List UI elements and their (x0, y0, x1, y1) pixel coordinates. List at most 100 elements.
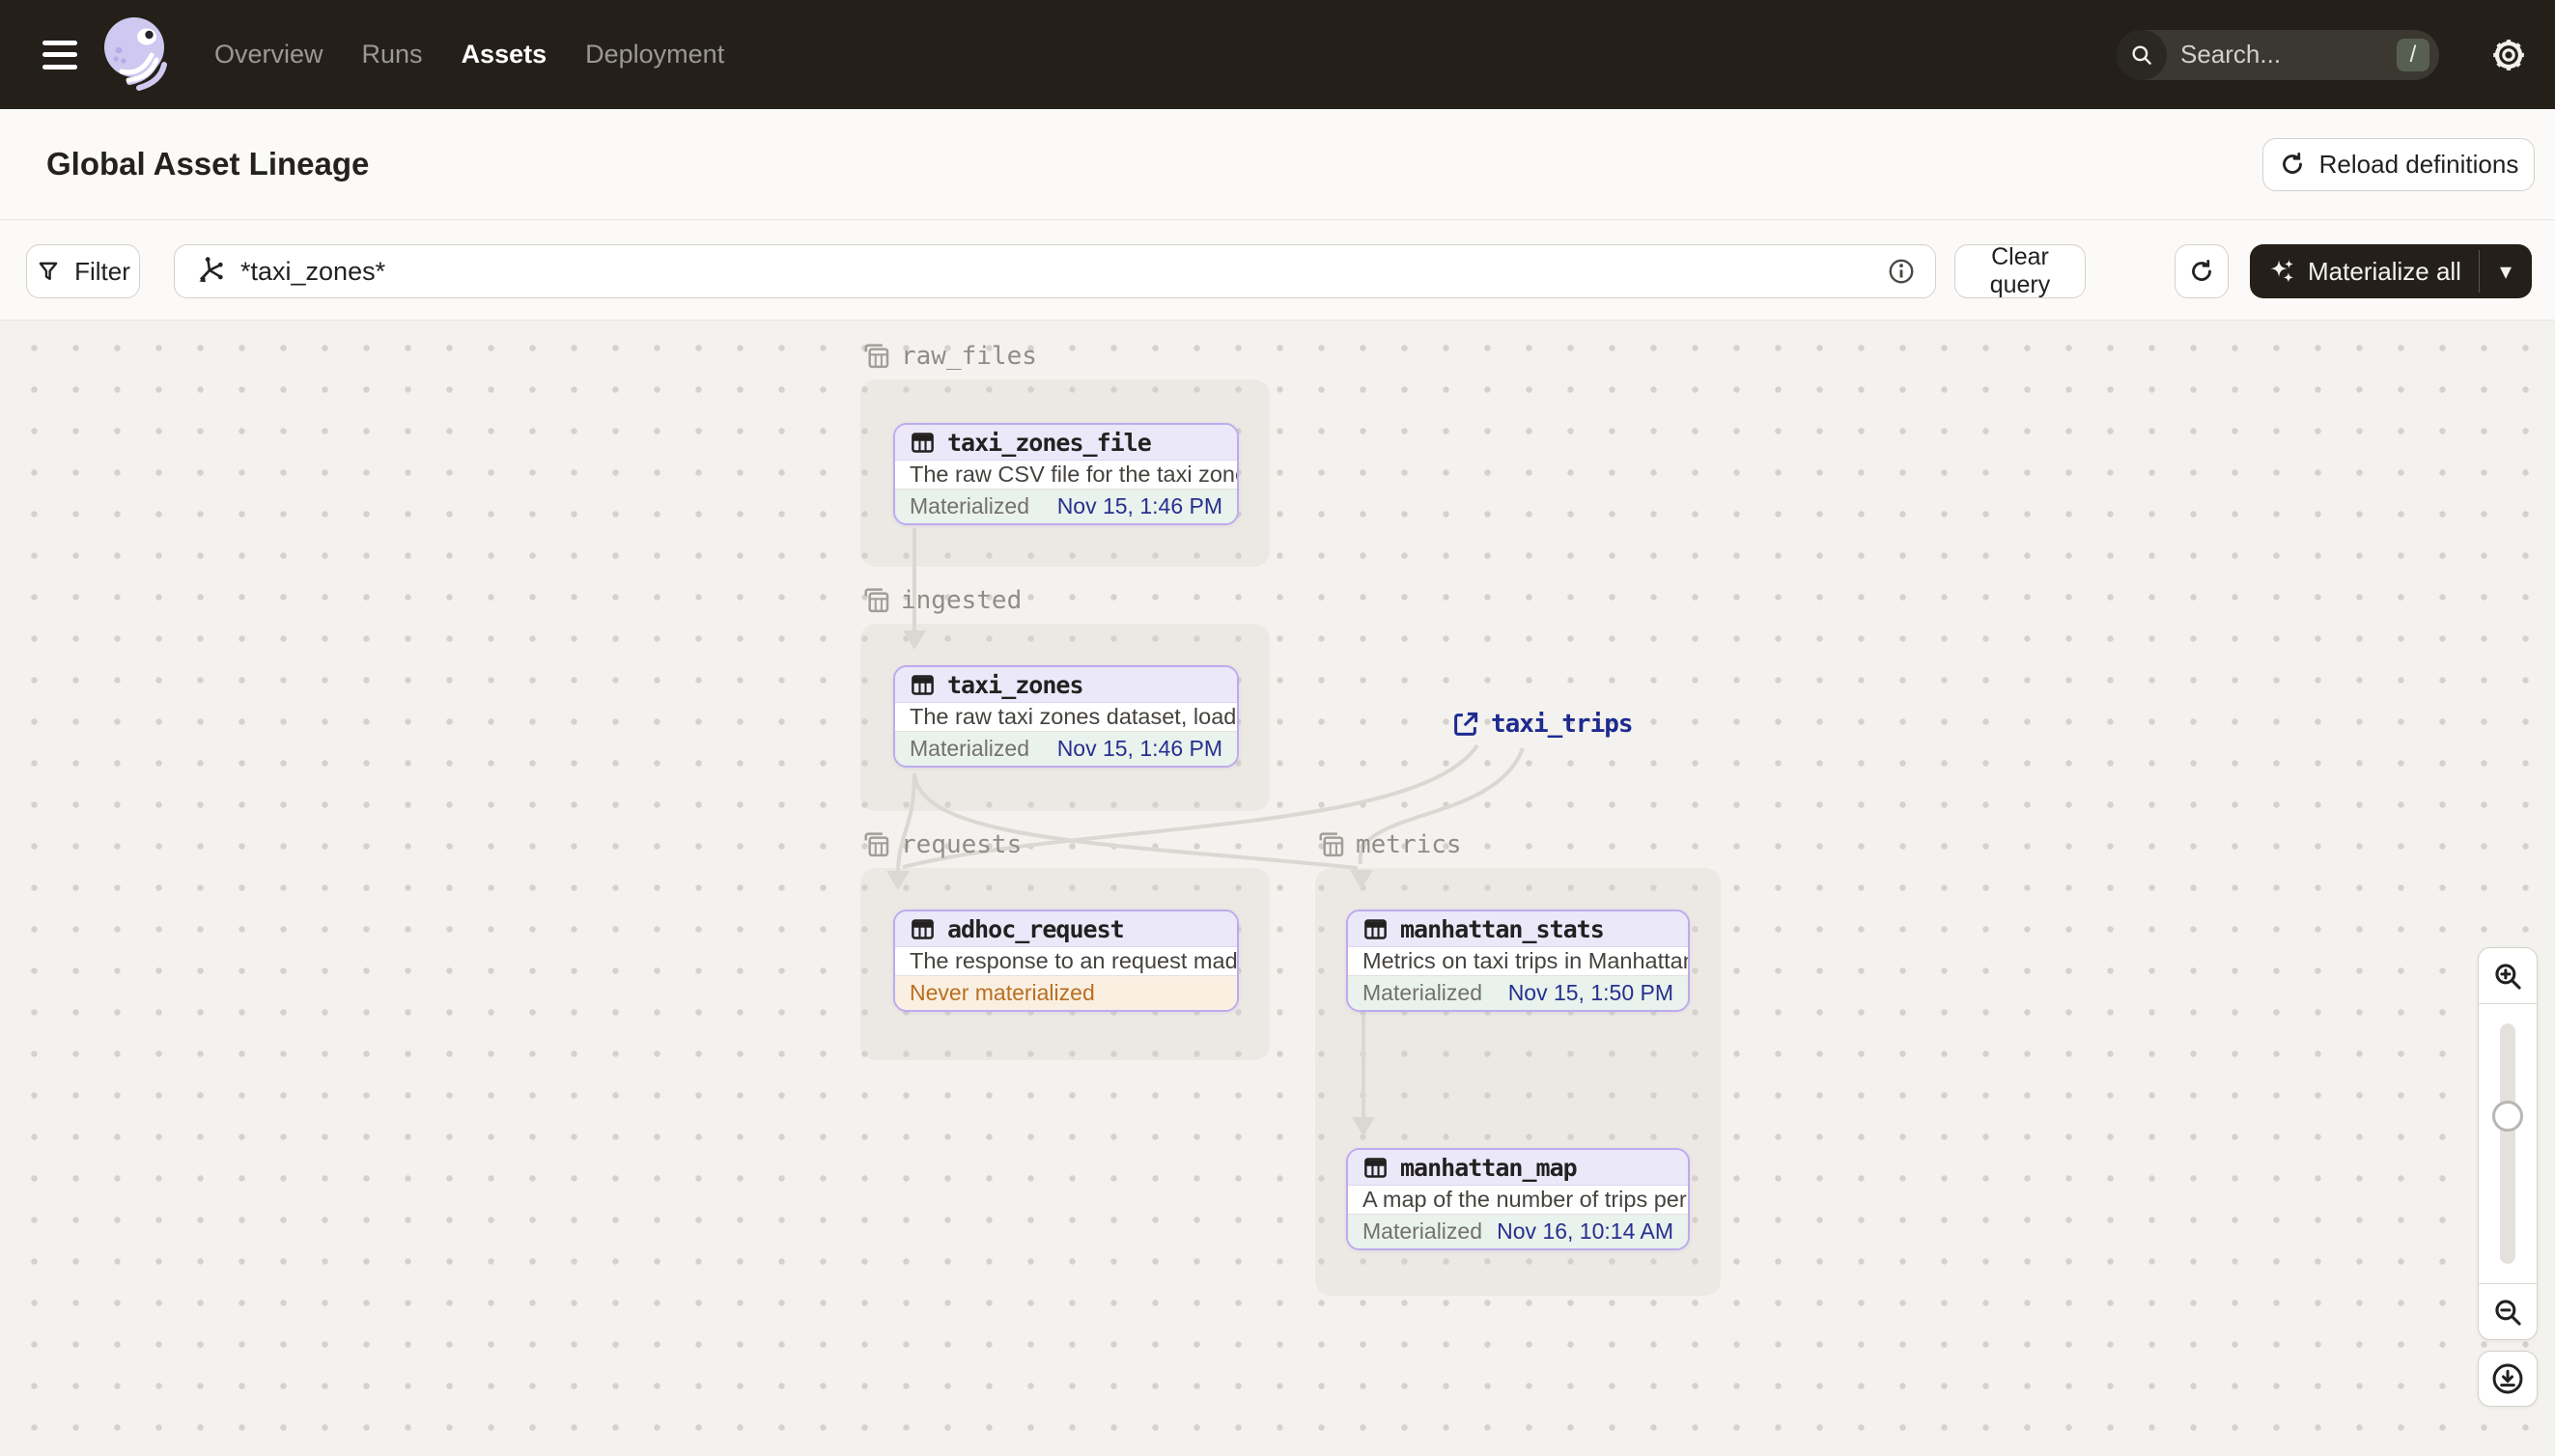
lineage-toolbar: Filter Clear query (0, 221, 2555, 321)
download-icon (2490, 1361, 2525, 1396)
external-asset-label: taxi_trips (1491, 710, 1634, 739)
dot-grid-background (0, 321, 2555, 1456)
group-label-ingested[interactable]: ingested (860, 585, 1022, 616)
materialize-options-caret[interactable]: ▾ (2480, 244, 2532, 298)
asset-status-row: Never materialized (895, 975, 1237, 1010)
page-header: Global Asset Lineage Reload definitions (0, 109, 2555, 220)
group-label-raw-files[interactable]: raw_files (860, 341, 1037, 372)
page-title: Global Asset Lineage (46, 146, 370, 182)
asset-graph-query-icon (194, 256, 225, 287)
zoom-slider-track[interactable] (2500, 1023, 2515, 1264)
asset-status-row: Materialized Nov 16, 10:14 AM (1348, 1214, 1688, 1248)
asset-node-header: taxi_zones_file (895, 425, 1237, 461)
table-asset-icon (910, 916, 936, 942)
asset-status-row: Materialized Nov 15, 1:46 PM (895, 489, 1237, 523)
zoom-out-icon (2491, 1296, 2524, 1329)
table-asset-icon (1362, 1155, 1389, 1181)
refresh-icon (2188, 258, 2215, 285)
group-label-metrics[interactable]: metrics (1315, 829, 1462, 860)
materialize-all-button[interactable]: Materialize all (2250, 244, 2479, 298)
asset-node-header: adhoc_request (895, 911, 1237, 947)
zoom-in-button[interactable] (2479, 948, 2537, 1003)
materialization-timestamp[interactable]: Nov 15, 1:46 PM (1057, 736, 1222, 762)
zoom-in-icon (2491, 960, 2524, 993)
refresh-graph-button[interactable] (2175, 244, 2229, 298)
zoom-out-button[interactable] (2479, 1284, 2537, 1339)
asset-description: The response to an request made in th... (910, 948, 1238, 973)
status-label: Materialized (1362, 1218, 1482, 1244)
external-asset-taxi-trips[interactable]: taxi_trips (1451, 710, 1634, 739)
status-label: Never materialized (910, 980, 1095, 1005)
external-link-icon (1451, 710, 1480, 739)
asset-description: A map of the number of trips per taxi z.… (1362, 1187, 1688, 1212)
app-window: Overview Runs Assets Deployment / (0, 0, 2555, 1456)
reload-definitions-label: Reload definitions (2318, 149, 2519, 179)
nav-runs[interactable]: Runs (362, 40, 423, 70)
asset-status-row: Materialized Nov 15, 1:50 PM (1348, 975, 1688, 1010)
search-bar[interactable]: / (2117, 29, 2439, 80)
materialization-timestamp[interactable]: Nov 15, 1:46 PM (1057, 493, 1222, 519)
filter-funnel-icon (36, 259, 61, 284)
sparkle-icon (2267, 257, 2296, 286)
asset-node-manhattan-stats[interactable]: manhattan_stats Metrics on taxi trips in… (1346, 910, 1690, 1012)
materialize-all-split-button: Materialize all ▾ (2250, 244, 2532, 298)
status-label: Materialized (1362, 980, 1482, 1005)
lineage-edges (886, 528, 1525, 1136)
materialization-timestamp[interactable]: Nov 15, 1:50 PM (1508, 980, 1673, 1006)
clear-query-button[interactable]: Clear query (1954, 243, 2086, 298)
asset-description: Metrics on taxi trips in Manhattan (1362, 948, 1690, 973)
topbar-right: / (2117, 29, 2555, 80)
table-asset-icon (910, 672, 936, 698)
primary-nav: Overview Runs Assets Deployment (214, 40, 724, 70)
clear-query-label: Clear query (1989, 243, 2051, 298)
group-tables-icon (860, 341, 891, 372)
search-shortcut-badge: / (2397, 38, 2429, 71)
materialization-timestamp[interactable]: Nov 16, 10:14 AM (1497, 1218, 1673, 1245)
asset-status-row: Materialized Nov 15, 1:46 PM (895, 731, 1237, 766)
status-label: Materialized (910, 493, 1029, 518)
group-name: raw_files (901, 342, 1037, 371)
asset-description: The raw CSV file for the taxi zones dat.… (910, 462, 1237, 487)
info-icon[interactable] (1887, 257, 1916, 286)
zoom-slider-thumb[interactable] (2492, 1101, 2523, 1132)
nav-deployment[interactable]: Deployment (585, 40, 724, 70)
reload-definitions-button[interactable]: Reload definitions (2262, 137, 2535, 191)
asset-node-adhoc-request[interactable]: adhoc_request The response to an request… (893, 910, 1239, 1012)
asset-node-header: taxi_zones (895, 667, 1237, 703)
caret-down-icon: ▾ (2499, 258, 2513, 285)
asset-node-taxi-zones-file[interactable]: taxi_zones_file The raw CSV file for the… (893, 423, 1239, 525)
group-tables-icon (860, 829, 891, 860)
top-nav-bar: Overview Runs Assets Deployment / (0, 0, 2555, 109)
group-label-requests[interactable]: requests (860, 829, 1022, 860)
asset-node-taxi-zones[interactable]: taxi_zones The raw taxi zones dataset, l… (893, 665, 1239, 768)
search-icon (2117, 29, 2167, 80)
group-name: metrics (1356, 830, 1462, 859)
asset-query-input[interactable] (239, 255, 1873, 288)
filter-button[interactable]: Filter (26, 244, 140, 298)
asset-name: adhoc_request (947, 914, 1125, 943)
table-asset-icon (910, 430, 936, 456)
asset-selection-query-box[interactable] (174, 244, 1936, 298)
download-image-button[interactable] (2478, 1351, 2538, 1407)
asset-node-header: manhattan_stats (1348, 911, 1688, 947)
asset-description: The raw taxi zones dataset, loaded int..… (910, 704, 1237, 729)
search-input[interactable] (2167, 40, 2397, 70)
settings-gear-icon[interactable] (2489, 36, 2528, 74)
group-tables-icon (860, 585, 891, 616)
nav-assets[interactable]: Assets (462, 40, 548, 70)
group-name: requests (901, 830, 1023, 859)
group-tables-icon (1315, 829, 1346, 860)
materialize-all-label: Materialize all (2308, 256, 2461, 286)
table-asset-icon (1362, 916, 1389, 942)
group-name: ingested (901, 586, 1023, 615)
asset-name: manhattan_stats (1400, 914, 1605, 943)
status-label: Materialized (910, 736, 1029, 761)
asset-node-header: manhattan_map (1348, 1150, 1688, 1186)
nav-overview[interactable]: Overview (214, 40, 323, 70)
dagster-logo[interactable] (102, 14, 170, 96)
asset-node-manhattan-map[interactable]: manhattan_map A map of the number of tri… (1346, 1148, 1690, 1250)
zoom-slider (2479, 1003, 2537, 1284)
asset-name: taxi_zones_file (947, 428, 1152, 457)
asset-lineage-canvas[interactable]: raw_files ingested requests metrics taxi… (0, 321, 2555, 1456)
menu-icon[interactable] (42, 40, 77, 70)
